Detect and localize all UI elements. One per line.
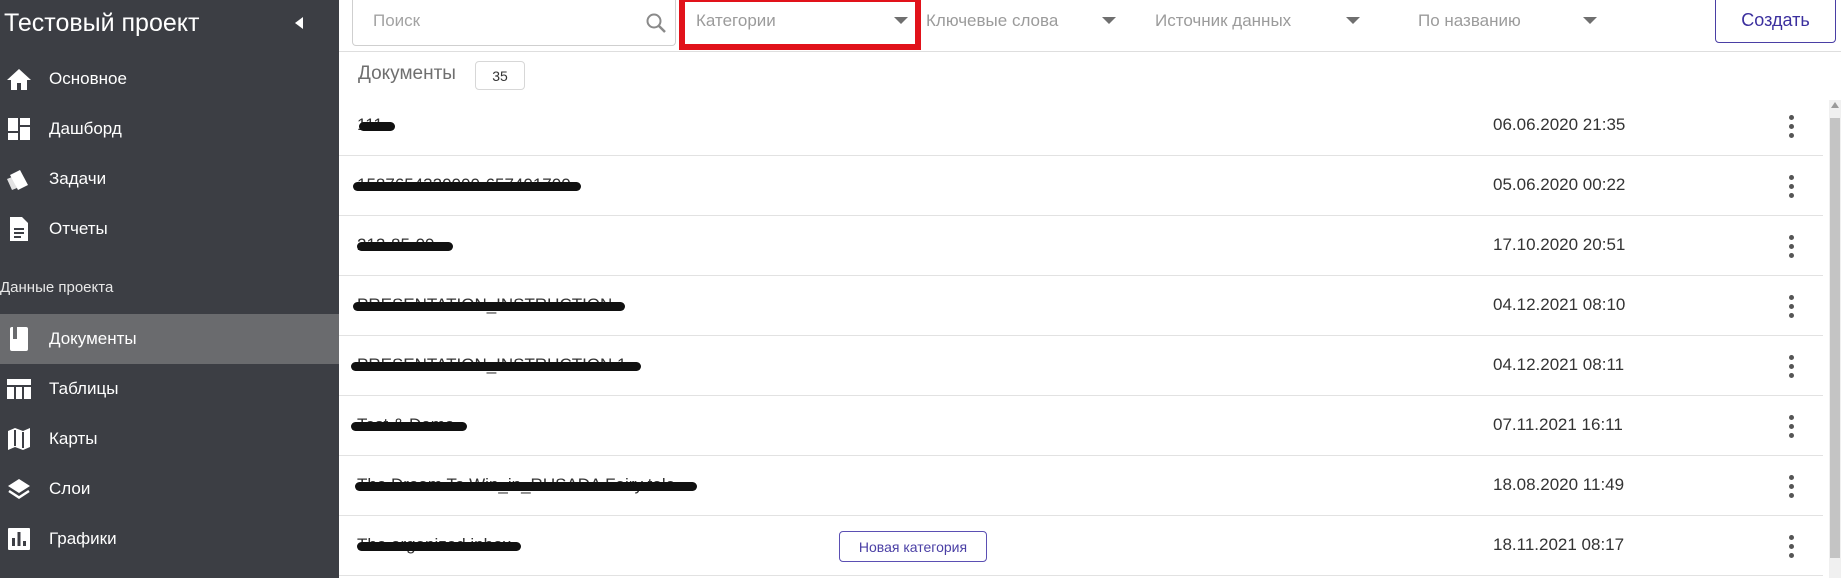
sidebar-item-label: Основное [49,69,127,88]
sidebar-item-label: Таблицы [49,379,119,398]
redaction-mark [359,122,395,131]
tasks-icon [6,166,32,192]
sidebar-item-reports[interactable]: Отчеты [0,204,339,254]
section-title: Данные проекта [0,279,114,296]
app: Тестовый проект Основное Дашборд Задачи [0,0,1841,578]
table-row[interactable]: 111 06.06.2020 21:35 [339,96,1823,156]
scroll-thumb[interactable] [1830,118,1840,558]
redaction-mark [351,362,641,371]
categories-dropdown[interactable]: Категории [686,0,922,46]
redaction-mark [357,242,453,251]
filter-label: Категории [696,11,776,30]
filter-toolbar: Поиск Категории Ключевые слова Источник … [339,0,1841,52]
sidebar-item-label: Задачи [49,169,107,188]
document-date: 07.11.2021 16:11 [1493,415,1623,434]
layers-icon [6,476,32,502]
document-date: 04.12.2021 08:10 [1493,295,1626,314]
table-row[interactable]: PRESENTATION_INSTRUCTION 1 04.12.2021 08… [339,336,1823,396]
more-menu-icon[interactable] [1781,230,1801,262]
sidebar-item-label: Документы [49,329,137,348]
table-row[interactable]: PRESENTATION_INSTRUCTION 04.12.2021 08:1… [339,276,1823,336]
document-date: 17.10.2020 20:51 [1493,235,1626,254]
redaction-mark [351,422,467,431]
redaction-mark [353,302,625,311]
sidebar-item-tasks[interactable]: Задачи [0,154,339,204]
sidebar-item-label: Карты [49,429,98,448]
sidebar-item-label: Графики [49,529,117,548]
home-icon [6,66,32,92]
more-menu-icon[interactable] [1781,530,1801,562]
more-menu-icon[interactable] [1781,170,1801,202]
chevron-down-icon [1346,17,1360,24]
sidebar-item-documents[interactable]: Документы [0,314,339,364]
filter-label: По названию [1418,11,1521,30]
project-title: Тестовый проект [4,9,200,37]
sidebar-item-charts[interactable]: Графики [0,514,339,564]
sidebar-item-layers[interactable]: Слои [0,464,339,514]
table-icon [6,376,32,402]
category-badge[interactable]: Новая категория [839,531,987,562]
chevron-down-icon [1583,17,1597,24]
map-icon [6,426,32,452]
document-date: 05.06.2020 00:22 [1493,175,1626,194]
report-icon [6,216,32,242]
sort-by-name-dropdown[interactable]: По названию [1408,0,1597,46]
sidebar-item-label: Отчеты [49,219,108,238]
more-menu-icon[interactable] [1781,410,1801,442]
sidebar-item-dashboard[interactable]: Дашборд [0,104,339,154]
page-title: Документы [358,63,456,84]
sidebar-item-main[interactable]: Основное [0,54,339,104]
sidebar: Тестовый проект Основное Дашборд Задачи [0,0,339,578]
table-row[interactable]: The organized inbox Новая категория 18.1… [339,516,1823,576]
search-icon[interactable] [645,12,667,34]
sidebar-item-tables[interactable]: Таблицы [0,364,339,414]
redaction-mark [355,482,697,491]
table-row[interactable]: The Dream To Win_in_RUSADA Fairy tale 18… [339,456,1823,516]
document-date: 18.08.2020 11:49 [1493,475,1625,494]
collapse-sidebar-icon[interactable] [291,15,305,31]
document-date: 06.06.2020 21:35 [1493,115,1626,134]
table-row[interactable]: 212-85-09 17.10.2020 20:51 [339,216,1823,276]
more-menu-icon[interactable] [1781,470,1801,502]
chart-icon [6,526,32,552]
dashboard-icon [6,116,32,142]
create-button[interactable]: Создать [1715,0,1836,43]
chevron-down-icon [1102,17,1116,24]
search-placeholder: Поиск [373,11,421,30]
filter-label: Ключевые слова [926,11,1059,30]
document-date: 18.11.2021 08:17 [1493,535,1625,554]
sidebar-item-label: Слои [49,479,91,498]
chevron-down-icon [894,17,908,24]
sidebar-item-label: Дашборд [49,119,122,138]
table-row[interactable]: Test & Demo 07.11.2021 16:11 [339,396,1823,456]
scroll-up-icon[interactable] [1831,102,1839,108]
redaction-mark [357,542,521,551]
document-date: 04.12.2021 08:11 [1493,355,1625,374]
sidebar-item-maps[interactable]: Карты [0,414,339,464]
data-source-dropdown[interactable]: Источник данных [1145,0,1375,46]
document-icon [6,326,32,352]
keywords-dropdown[interactable]: Ключевые слова [916,0,1126,46]
table-row[interactable]: 1587654320000-657401700 05.06.2020 00:22 [339,156,1823,216]
redaction-mark [353,182,581,191]
more-menu-icon[interactable] [1781,350,1801,382]
more-menu-icon[interactable] [1781,110,1801,142]
count-badge: 35 [475,61,525,90]
search-input[interactable]: Поиск [352,0,676,46]
scrollbar[interactable] [1829,100,1841,578]
more-menu-icon[interactable] [1781,290,1801,322]
filter-label: Источник данных [1155,11,1292,30]
sidebar-header: Тестовый проект [0,0,339,50]
